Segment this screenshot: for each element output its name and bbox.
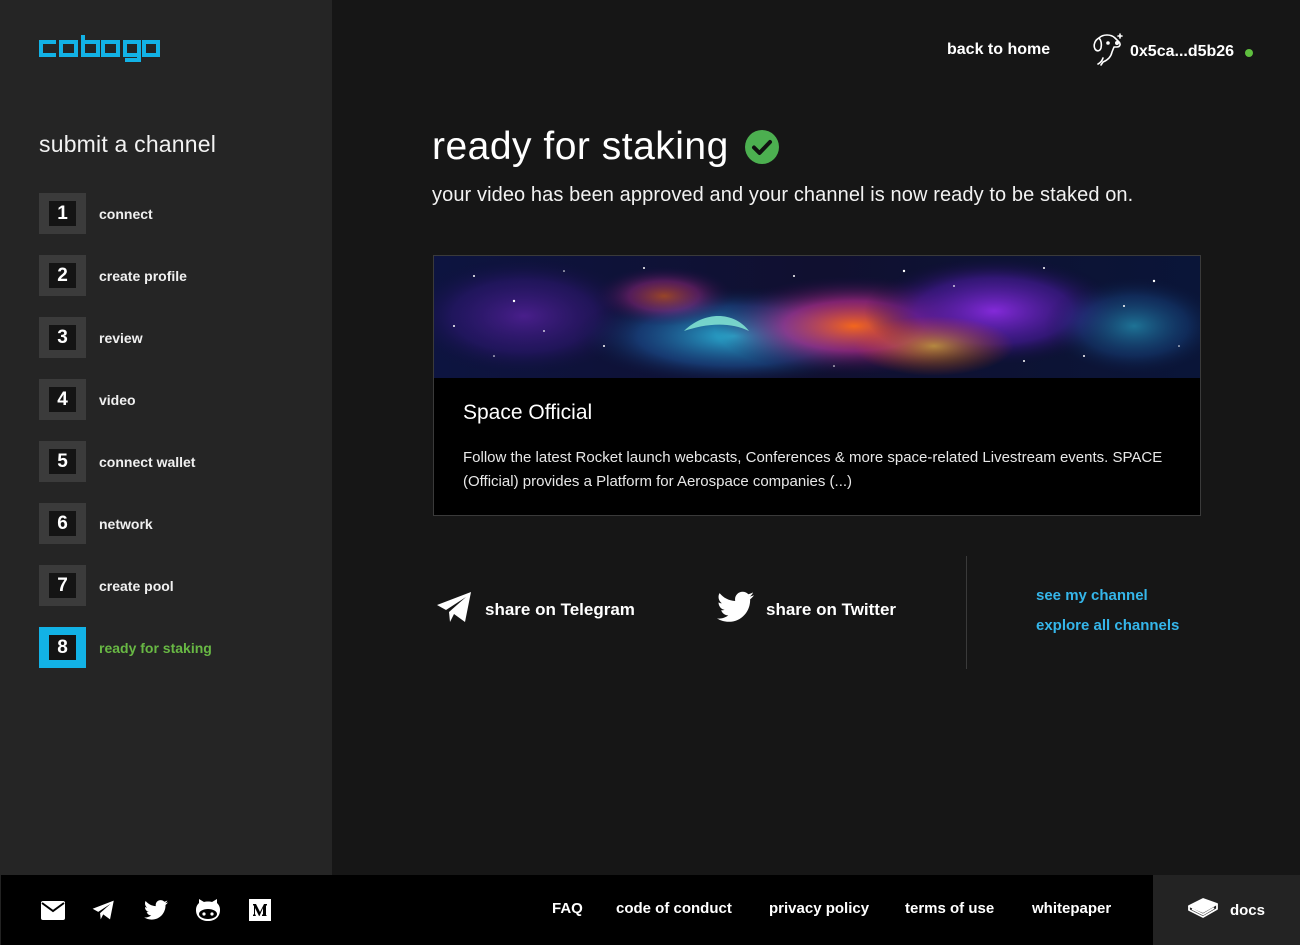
share-twitter-label: share on Twitter [766, 599, 897, 619]
twitter-icon [717, 591, 754, 628]
step-number: 7 [49, 573, 76, 598]
step-network[interactable]: 6 network [39, 503, 212, 544]
step-label: review [99, 329, 143, 346]
step-number: 6 [49, 511, 76, 536]
footer: FAQ code of conduct privacy policy terms… [0, 875, 1300, 945]
page-subtitle: your video has been approved and your ch… [432, 184, 1134, 206]
check-circle-icon [744, 130, 779, 169]
page-title: ready for staking [432, 124, 729, 168]
channel-card[interactable]: Space Official Follow the latest Rocket … [433, 255, 1201, 516]
step-number: 1 [49, 201, 76, 226]
steps-list: 1 connect 2 create profile 3 review 4 vi… [39, 193, 212, 689]
docs-button[interactable]: docs [1153, 875, 1300, 945]
share-twitter-button[interactable]: share on Twitter [717, 591, 896, 628]
dog-avatar-icon [1090, 32, 1124, 71]
step-number: 4 [49, 387, 76, 412]
step-label: ready for staking [99, 639, 212, 656]
step-label: create profile [99, 267, 187, 284]
book-icon [1188, 897, 1218, 923]
channel-description: Follow the latest Rocket launch webcasts… [463, 449, 1163, 490]
docs-label: docs [1229, 901, 1265, 919]
channel-name: Space Official [463, 401, 593, 424]
wallet-status-indicator [1245, 49, 1254, 57]
github-icon[interactable] [196, 899, 220, 927]
footer-link-terms-of-use[interactable]: terms of use [905, 900, 994, 917]
step-label: connect [99, 205, 153, 222]
step-number: 3 [49, 325, 76, 350]
sidebar: submit a channel 1 connect 2 create prof… [0, 0, 332, 875]
footer-link-code-of-conduct[interactable]: code of conduct [616, 900, 732, 917]
step-label: connect wallet [99, 453, 196, 470]
footer-link-whitepaper[interactable]: whitepaper [1032, 900, 1111, 917]
wallet-button[interactable]: 0x5ca...d5b26 [1090, 32, 1254, 71]
step-connect[interactable]: 1 connect [39, 193, 212, 234]
share-telegram-label: share on Telegram [485, 599, 635, 619]
share-telegram-button[interactable]: share on Telegram [436, 591, 635, 628]
medium-icon[interactable] [249, 899, 271, 926]
cobogo-logo[interactable] [39, 35, 160, 67]
footer-link-privacy-policy[interactable]: privacy policy [769, 900, 869, 917]
page-heading: ready for staking [432, 124, 779, 169]
explore-all-channels-link[interactable]: explore all channels [1036, 617, 1179, 634]
mail-icon[interactable] [41, 901, 65, 925]
step-label: create pool [99, 577, 174, 594]
step-ready-for-staking[interactable]: 8 ready for staking [39, 627, 212, 668]
footer-link-faq[interactable]: FAQ [552, 900, 583, 917]
step-label: video [99, 391, 136, 408]
step-video[interactable]: 4 video [39, 379, 212, 420]
step-label: network [99, 515, 153, 532]
step-review[interactable]: 3 review [39, 317, 212, 358]
back-to-home-link[interactable]: back to home [947, 41, 1050, 59]
wallet-address: 0x5ca...d5b26 [1130, 42, 1235, 60]
sidebar-title: submit a channel [39, 131, 217, 157]
channel-banner-image [434, 256, 1200, 378]
see-my-channel-link[interactable]: see my channel [1036, 587, 1148, 604]
telegram-icon[interactable] [92, 900, 115, 925]
step-number: 5 [49, 449, 76, 474]
vertical-divider [966, 556, 967, 669]
telegram-icon [436, 591, 473, 628]
step-number: 2 [49, 263, 76, 288]
step-connect-wallet[interactable]: 5 connect wallet [39, 441, 212, 482]
step-create-profile[interactable]: 2 create profile [39, 255, 212, 296]
twitter-icon[interactable] [144, 900, 168, 925]
step-number: 8 [49, 635, 76, 660]
step-create-pool[interactable]: 7 create pool [39, 565, 212, 606]
